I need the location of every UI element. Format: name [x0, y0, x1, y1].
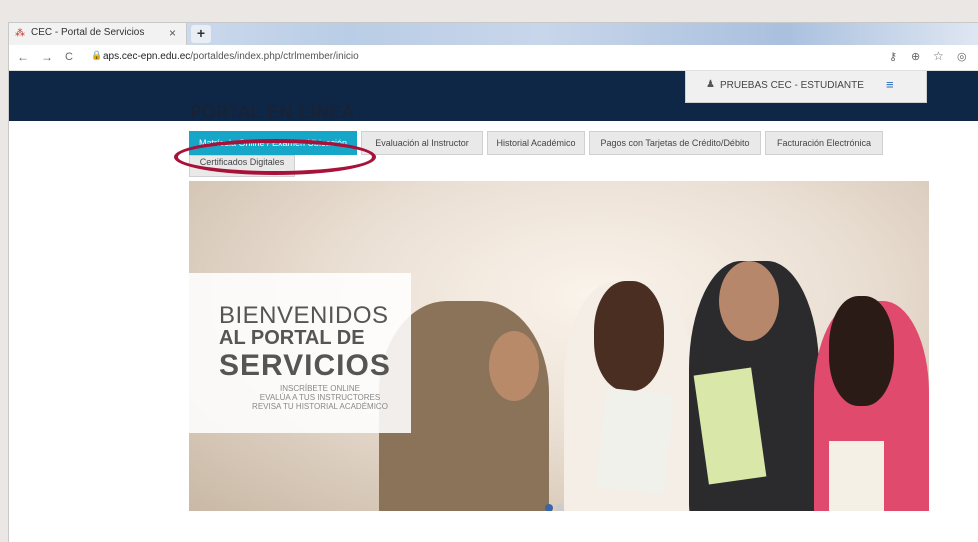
user-menu[interactable]: ♟ PRUEBAS CEC - ESTUDIANTE ≡	[685, 71, 927, 103]
lock-icon[interactable]: 🔒	[91, 50, 102, 61]
welcome-line-1: BIENVENIDOS	[219, 302, 389, 329]
tab-title: CEC - Portal de Servicios	[31, 27, 145, 38]
hamburger-menu-icon[interactable]: ≡	[886, 77, 894, 93]
browser-window: ⁂ CEC - Portal de Servicios × + ← → C 🔒 …	[8, 22, 978, 542]
welcome-line-3: SERVICIOS	[219, 349, 391, 382]
tab-evaluacion[interactable]: Evaluación al Instructor	[361, 131, 483, 155]
subtext-2: EVALÚA A TUS INSTRUCTORES	[259, 393, 381, 402]
welcome-line-2: AL PORTAL DE	[219, 327, 365, 349]
tab-historial[interactable]: Historial Académico	[487, 131, 585, 155]
extension-icon[interactable]: ◎	[957, 50, 967, 64]
brochure-3	[829, 441, 884, 511]
web-page: PORTAL EN LÍNEA ♟ PRUEBAS CEC - ESTUDIAN…	[9, 71, 978, 542]
close-tab-icon[interactable]: ×	[169, 26, 176, 40]
carousel-dot[interactable]	[556, 504, 564, 511]
url-path: /portaldes/index.php/ctrlmember/inicio	[190, 51, 359, 62]
user-icon: ♟	[706, 79, 715, 90]
hero-banner: BIENVENIDOS AL PORTAL DE SERVICIOS INSCR…	[189, 181, 929, 511]
new-tab-button[interactable]: +	[191, 25, 211, 43]
student-face-3	[719, 261, 779, 341]
carousel-dot[interactable]	[545, 504, 553, 511]
student-hair-4	[829, 296, 894, 406]
forward-icon[interactable]: →	[41, 50, 53, 64]
tab-facturacion[interactable]: Facturación Electrónica	[765, 131, 883, 155]
tab-strip: ⁂ CEC - Portal de Servicios × +	[9, 23, 978, 45]
student-hair-2	[594, 281, 664, 391]
site-favicon-icon: ⁂	[15, 28, 25, 39]
main-nav: Matrícula Online / Examen Ubicación Eval…	[189, 131, 929, 181]
reload-icon[interactable]: C	[65, 50, 73, 64]
tab-pagos[interactable]: Pagos con Tarjetas de Crédito/Débito	[589, 131, 761, 155]
welcome-subtext: INSCRÍBETE ONLINE EVALÚA A TUS INSTRUCTO…	[235, 384, 405, 411]
url-field[interactable]: aps.cec-epn.edu.ec/portaldes/index.php/c…	[103, 51, 359, 62]
zoom-icon[interactable]: ⊕	[911, 50, 920, 64]
user-name: PRUEBAS CEC - ESTUDIANTE	[720, 80, 864, 91]
subtext-3: REVISA TU HISTORIAL ACADÉMICO	[252, 402, 388, 411]
url-host: aps.cec-epn.edu.ec	[103, 51, 191, 62]
portal-title: PORTAL EN LÍNEA	[190, 102, 355, 123]
tab-certificados[interactable]: Certificados Digitales	[189, 155, 295, 177]
browser-tab[interactable]: ⁂ CEC - Portal de Servicios ×	[9, 23, 187, 45]
address-toolbar: ← → C 🔒 aps.cec-epn.edu.ec/portaldes/ind…	[9, 45, 978, 71]
student-face-1	[489, 331, 539, 401]
brochure-2	[595, 387, 675, 495]
tab-matricula[interactable]: Matrícula Online / Examen Ubicación	[189, 131, 357, 155]
carousel-dots	[545, 499, 567, 511]
back-icon[interactable]: ←	[17, 50, 29, 64]
key-icon[interactable]: ⚷	[889, 50, 897, 64]
bookmark-star-icon[interactable]: ☆	[933, 49, 944, 63]
subtext-1: INSCRÍBETE ONLINE	[279, 384, 360, 393]
